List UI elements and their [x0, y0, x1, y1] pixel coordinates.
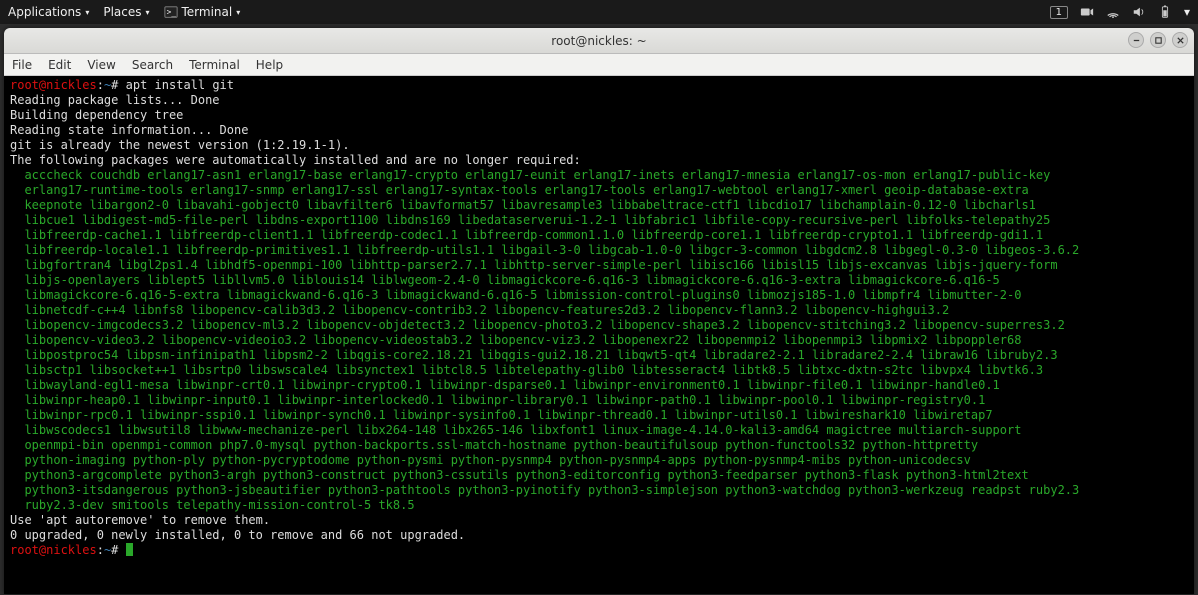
output-line: Use 'apt autoremove' to remove them. [10, 513, 270, 527]
prompt-sigil: # [111, 543, 118, 557]
minimize-button[interactable] [1128, 32, 1144, 48]
terminal-icon: >_ [164, 5, 178, 19]
maximize-icon [1154, 36, 1163, 45]
chevron-down-icon: ▾ [236, 8, 240, 17]
terminal-window: root@nickles: ~ File Edit View Search Te… [4, 28, 1194, 594]
terminal-output[interactable]: root@nickles:~# apt install git Reading … [4, 76, 1194, 594]
output-line: Reading package lists... Done [10, 93, 220, 107]
output-line: 0 upgraded, 0 newly installed, 0 to remo… [10, 528, 465, 542]
system-menu-chevron-icon[interactable]: ▾ [1184, 5, 1190, 19]
menubar-edit[interactable]: Edit [48, 58, 71, 72]
prompt-userhost: root@nickles [10, 543, 97, 557]
maximize-button[interactable] [1150, 32, 1166, 48]
output-line: The following packages were automaticall… [10, 153, 581, 167]
output-line: Reading state information... Done [10, 123, 248, 137]
minimize-icon [1132, 36, 1141, 45]
window-titlebar[interactable]: root@nickles: ~ [4, 28, 1194, 54]
menu-places-label: Places [103, 5, 141, 19]
menu-applications[interactable]: Applications ▾ [8, 5, 89, 19]
workspace-indicator[interactable]: 1 [1050, 6, 1068, 19]
topbar-left: Applications ▾ Places ▾ >_ Terminal ▾ [8, 5, 240, 19]
menubar-terminal[interactable]: Terminal [189, 58, 240, 72]
close-icon [1176, 36, 1185, 45]
window-controls [1128, 32, 1188, 48]
battery-icon[interactable] [1158, 5, 1172, 19]
prompt-userhost: root@nickles [10, 78, 97, 92]
menubar-view[interactable]: View [87, 58, 115, 72]
terminal-cursor [126, 543, 133, 556]
terminal-menubar: File Edit View Search Terminal Help [4, 54, 1194, 76]
menubar-search[interactable]: Search [132, 58, 173, 72]
menu-places[interactable]: Places ▾ [103, 5, 149, 19]
menubar-file[interactable]: File [12, 58, 32, 72]
prompt-sep: : [97, 78, 104, 92]
desktop-topbar: Applications ▾ Places ▾ >_ Terminal ▾ 1 … [0, 0, 1198, 24]
menu-applications-label: Applications [8, 5, 81, 19]
menu-terminal-label: Terminal [182, 5, 233, 19]
chevron-down-icon: ▾ [85, 8, 89, 17]
network-icon[interactable] [1106, 5, 1120, 19]
prompt-sigil: # [111, 78, 118, 92]
volume-icon[interactable] [1132, 5, 1146, 19]
topbar-right: 1 ▾ [1050, 5, 1190, 19]
menu-terminal[interactable]: >_ Terminal ▾ [164, 5, 241, 19]
recorder-icon[interactable] [1080, 5, 1094, 19]
menubar-help[interactable]: Help [256, 58, 283, 72]
chevron-down-icon: ▾ [145, 8, 149, 17]
command-text: apt install git [126, 78, 234, 92]
output-package-list: acccheck couchdb erlang17-asn1 erlang17-… [10, 168, 1079, 512]
output-line: git is already the newest version (1:2.1… [10, 138, 350, 152]
close-button[interactable] [1172, 32, 1188, 48]
prompt-sep: : [97, 543, 104, 557]
output-line: Building dependency tree [10, 108, 183, 122]
window-title: root@nickles: ~ [4, 34, 1194, 48]
svg-text:>_: >_ [166, 8, 176, 17]
